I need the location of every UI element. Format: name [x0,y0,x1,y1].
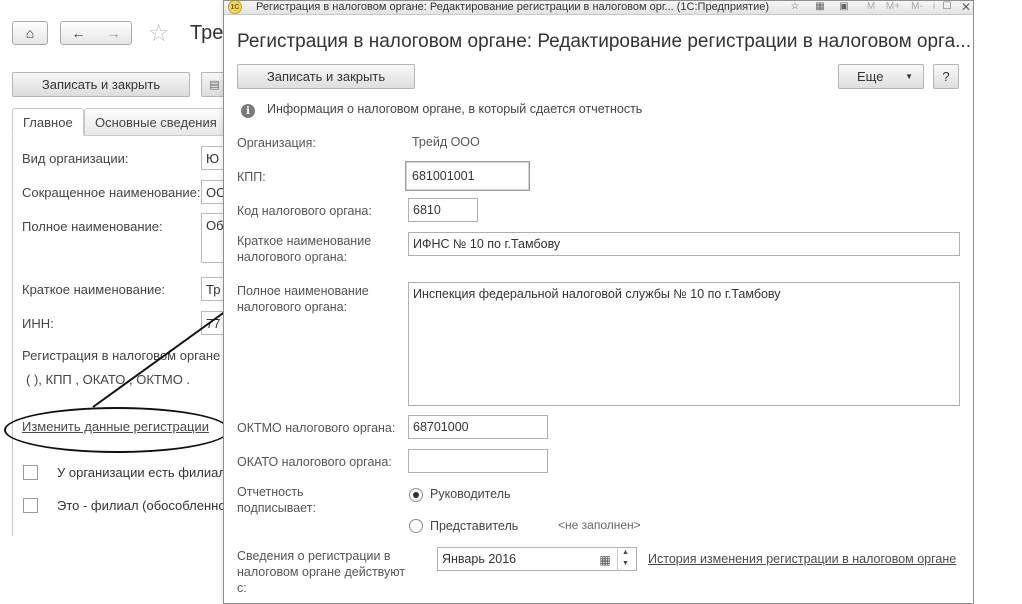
organization-value: Трейд ООО [412,135,480,149]
calendar-picker-icon[interactable]: ▦ [598,553,612,567]
dialog-heading: Регистрация в налоговом органе: Редактир… [237,31,971,52]
save-close-button[interactable]: Записать и закрыть [237,64,415,89]
valid-from-label: Сведения о регистрации в налоговом орган… [237,549,406,595]
has-branch-checkbox[interactable] [23,465,38,480]
valid-from-value: Январь 2016 [442,552,517,566]
help-button[interactable]: ? [933,64,959,89]
window-title: Регистрация в налоговом органе: Редактир… [256,1,770,13]
spin-up-icon[interactable]: ▲ [618,547,633,558]
signer-label: Отчетность подписывает: [237,485,316,515]
more-label: Еще [857,69,884,84]
registration-history-link[interactable]: История изменения регистрации в налогово… [648,552,956,566]
memory-mplus-icon[interactable]: M+ [884,1,902,13]
organization-label: Организация: [237,136,316,150]
full-name-label: Полное наименование налогового органа: [237,284,369,314]
calculator-icon[interactable]: ▦ [814,1,826,13]
tax-office-code-input[interactable]: 6810 [408,198,478,222]
info-icon: i [241,104,255,118]
full-name-textarea[interactable]: Инспекция федеральной налоговой службы №… [408,282,960,406]
calendar-icon[interactable]: ▣ [837,1,851,13]
is-branch-label: Это - филиал (обособленно [57,498,226,513]
kpp-input[interactable]: 681001001 [405,161,530,191]
signer-representative-radio[interactable] [409,519,423,533]
close-icon[interactable]: ✕ [960,1,972,13]
info-small-icon[interactable]: i [929,1,939,13]
dropdown-arrow-icon: ▼ [905,72,913,81]
is-branch-checkbox[interactable] [23,498,38,513]
signer-representative-label[interactable]: Представитель [430,519,518,533]
window-titlebar: 1С Регистрация в налоговом органе: Редак… [224,1,973,15]
oktmo-label: ОКТМО налогового органа: [237,421,396,435]
more-menu-button[interactable]: Еще ▼ [838,64,924,89]
representative-hint: <не заполнен> [558,518,641,532]
1c-app-icon: 1С [228,1,242,14]
okato-input[interactable] [408,449,548,473]
favorite-icon[interactable]: ☆ [789,1,801,13]
maximize-icon[interactable]: ☐ [942,1,952,13]
has-branch-label: У организации есть филиал [57,465,226,480]
tax-office-code-label: Код налогового органа: [237,204,372,218]
kpp-label: КПП: [237,170,266,184]
memory-mminus-icon[interactable]: M- [908,1,926,13]
okato-label: ОКАТО налогового органа: [237,455,392,469]
oktmo-input[interactable]: 68701000 [408,415,548,439]
annotation-arrow [92,310,227,408]
short-name-label: Краткое наименование налогового органа: [237,234,372,264]
signer-director-label[interactable]: Руководитель [430,487,511,501]
period-spinner[interactable]: ▲ ▼ [617,547,633,571]
signer-director-radio[interactable] [409,488,423,502]
spin-down-icon[interactable]: ▼ [618,558,633,569]
memory-m-icon[interactable]: M [864,1,878,13]
info-text: Информация о налоговом органе, в который… [267,102,643,116]
registration-edit-dialog: 1С Регистрация в налоговом органе: Редак… [223,0,974,604]
short-name-input[interactable]: ИФНС № 10 по г.Тамбову [408,232,960,256]
